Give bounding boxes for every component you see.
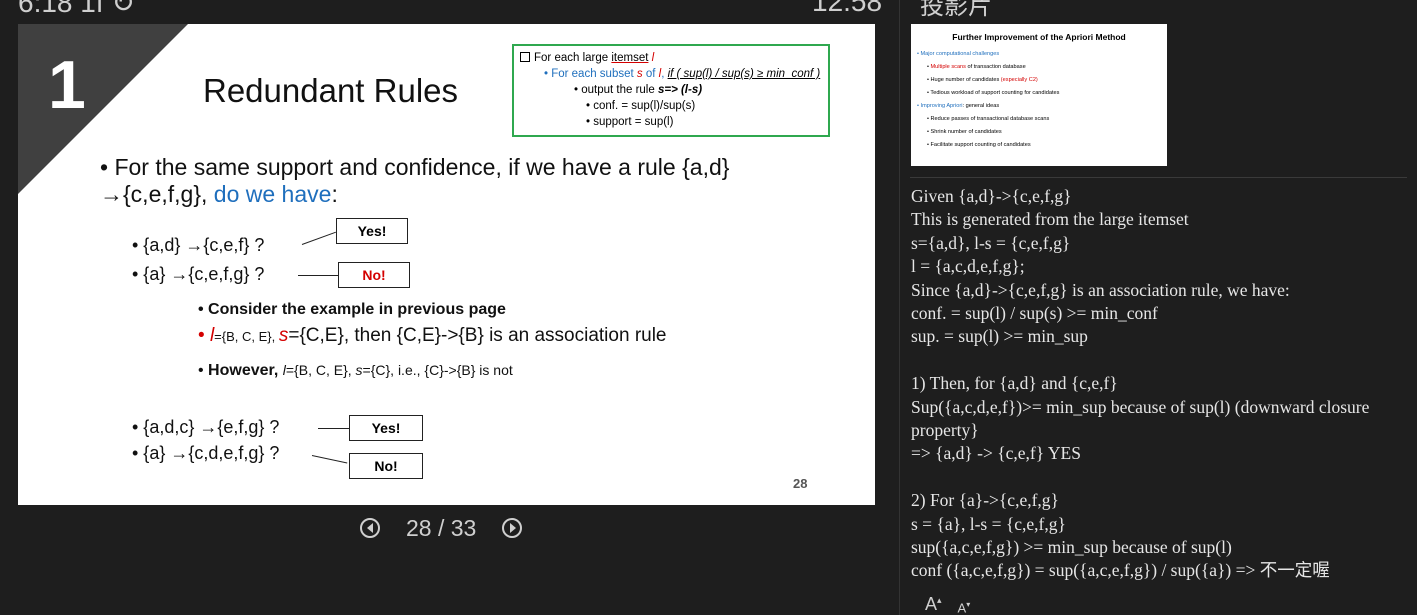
thumbnail-title: Further Improvement of the Apriori Metho… bbox=[952, 32, 1126, 42]
thumbnail-text: • Improving Apriori bbox=[917, 103, 963, 109]
panel-divider bbox=[899, 0, 900, 615]
main-bullet-text: • For the same support and confidence, i… bbox=[100, 154, 730, 207]
thumbnail-line: • Huge number of candidates (especially … bbox=[911, 74, 1167, 87]
font-smaller-label: A bbox=[957, 600, 967, 615]
thumbnail-line: • Tedious workload of support counting f… bbox=[927, 90, 1060, 96]
answer-no-box: No! bbox=[349, 453, 423, 479]
note-line: 2) For {a}->{c,e,f,g} bbox=[911, 490, 1059, 511]
clock: 12:58 bbox=[812, 0, 883, 17]
chevron-right-icon bbox=[509, 523, 516, 533]
status-left: 6:18 1f ↻ bbox=[18, 0, 135, 18]
panel-title: 投影片 bbox=[920, 0, 992, 20]
example-s: s bbox=[278, 325, 289, 346]
note-line: Sup({a,c,d,e,f})>= min_sup because of su… bbox=[911, 396, 1370, 441]
example-text: ={B, C, E}, bbox=[214, 329, 279, 344]
thumbnail-text: of transaction database bbox=[965, 64, 1026, 70]
note-line: conf ({a,c,e,f,g}) = sup({a,c,e,f,g}) / … bbox=[911, 560, 1330, 581]
rule-algorithm-box: For each large itemset l • For each subs… bbox=[512, 44, 830, 137]
previous-slide-button[interactable] bbox=[360, 518, 380, 538]
rulebox-text: of bbox=[642, 68, 659, 80]
rulebox-text: • conf. = sup(l)/sup(s) bbox=[586, 100, 696, 112]
answer-yes-box: Yes! bbox=[349, 415, 423, 441]
connector-line bbox=[311, 455, 348, 464]
example-text: ={C}, i.e., {C}->{B} is not bbox=[362, 362, 513, 378]
slide-section-number: 1 bbox=[48, 47, 86, 123]
note-line bbox=[911, 466, 1401, 489]
increase-font-button[interactable]: A▴ bbox=[925, 594, 942, 615]
connector-line bbox=[318, 428, 350, 429]
font-larger-label: A bbox=[925, 594, 938, 614]
connector-line bbox=[298, 275, 338, 276]
thumbnail-text: : general ideas bbox=[962, 103, 1000, 109]
note-line: conf. = sup(l) / sup(s) >= min_conf bbox=[911, 303, 1158, 324]
note-line: This is generated from the large itemset bbox=[911, 209, 1189, 230]
consider-text: Consider the example in previous page bbox=[208, 301, 506, 318]
note-line: l = {a,c,d,e,f,g}; bbox=[911, 256, 1025, 277]
question-4: • {a} →{c,d,e,f,g} ? bbox=[132, 443, 280, 463]
thumbnail-text: (especially C2) bbox=[1000, 77, 1038, 83]
decrease-font-button[interactable]: A▾ bbox=[958, 600, 971, 615]
main-bullet-text: : bbox=[331, 181, 338, 207]
slide-view[interactable]: 1 Redundant Rules For each large itemset… bbox=[18, 24, 875, 505]
answer-no-box: No! bbox=[338, 262, 410, 288]
chevron-left-icon bbox=[366, 523, 373, 533]
thumbnail-line: • Shrink number of candidates bbox=[927, 129, 1002, 135]
example-text: ={B, C, E}, bbox=[285, 362, 356, 378]
thumbnail-line: • Reduce passes of transactional databas… bbox=[927, 116, 1050, 122]
thumbnail-line: • Major computational challenges bbox=[917, 51, 1000, 57]
main-bullet: • For the same support and confidence, i… bbox=[100, 154, 800, 208]
note-line bbox=[911, 349, 1401, 372]
rulebox-text: • output the rule bbox=[574, 84, 658, 96]
slide-title: Redundant Rules bbox=[203, 72, 459, 109]
next-slide-button[interactable] bbox=[502, 518, 523, 538]
note-line: s={a,d}, l-s = {c,e,f,g} bbox=[911, 232, 1071, 253]
question-1: • {a,d} →{c,e,f} ? bbox=[132, 235, 265, 255]
rulebox-text: • For each subset bbox=[544, 68, 637, 80]
example-s: s bbox=[355, 362, 363, 378]
note-line: sup. = sup(l) >= min_sup bbox=[911, 326, 1088, 347]
slide-pager: 28 / 33 bbox=[360, 512, 523, 544]
slide-thumbnail[interactable]: Further Improvement of the Apriori Metho… bbox=[911, 24, 1167, 166]
thumbnail-line: • Facilitate support counting of candida… bbox=[927, 142, 1031, 148]
note-line: s = {a}, l-s = {c,e,f,g} bbox=[911, 513, 1066, 534]
note-line: => {a,d} -> {c,e,f} YES bbox=[911, 443, 1081, 464]
slide-page-number: 28 bbox=[793, 476, 808, 491]
thumbnail-line: • Improving Apriori: general ideas bbox=[911, 100, 1167, 113]
rulebox-text: • support = sup(l) bbox=[586, 116, 674, 128]
question-2: • {a} →{c,e,f,g} ? bbox=[132, 264, 265, 284]
panel-separator bbox=[910, 177, 1407, 178]
current-page: 28 bbox=[406, 514, 432, 541]
thumbnail-text: • Huge number of candidates bbox=[927, 77, 1001, 83]
page-separator: / bbox=[431, 514, 451, 541]
rulebox-text: l bbox=[648, 52, 655, 64]
rulebox-text: For each large bbox=[534, 52, 612, 64]
note-line: 1) Then, for {a,d} and {c,e,f} bbox=[911, 373, 1118, 394]
thumbnail-text: Multiple scans bbox=[930, 64, 966, 70]
example-text: ={C,E}, then {C,E}->{B} is an associatio… bbox=[288, 325, 667, 346]
thumbnail-line: • Multiple scans of transaction database bbox=[927, 64, 1026, 70]
note-line: sup({a,c,e,f,g}) >= min_sup because of s… bbox=[911, 537, 1232, 558]
speaker-notes[interactable]: Given {a,d}->{c,e,f,g} This is generated… bbox=[911, 185, 1401, 583]
rulebox-text: if ( sup(l) / sup(s) ≥ min_conf ) bbox=[667, 68, 821, 80]
total-pages: 33 bbox=[450, 514, 477, 541]
question-3: • {a,d,c} →{e,f,g} ? bbox=[132, 417, 280, 437]
note-line: Given {a,d}->{c,e,f,g} bbox=[911, 186, 1072, 206]
however-text: However, bbox=[208, 362, 283, 379]
main-bullet-highlight: do we have bbox=[213, 181, 332, 207]
rulebox-text: s=> (l-s) bbox=[657, 84, 703, 96]
rulebox-text: itemset bbox=[611, 52, 649, 64]
connector-line bbox=[301, 231, 336, 245]
note-line: Since {a,d}->{c,e,f,g} is an association… bbox=[911, 279, 1290, 300]
answer-yes-box: Yes! bbox=[336, 218, 408, 244]
font-size-controls: A▴ A▾ bbox=[925, 594, 970, 615]
checkbox-square-icon bbox=[520, 52, 530, 62]
